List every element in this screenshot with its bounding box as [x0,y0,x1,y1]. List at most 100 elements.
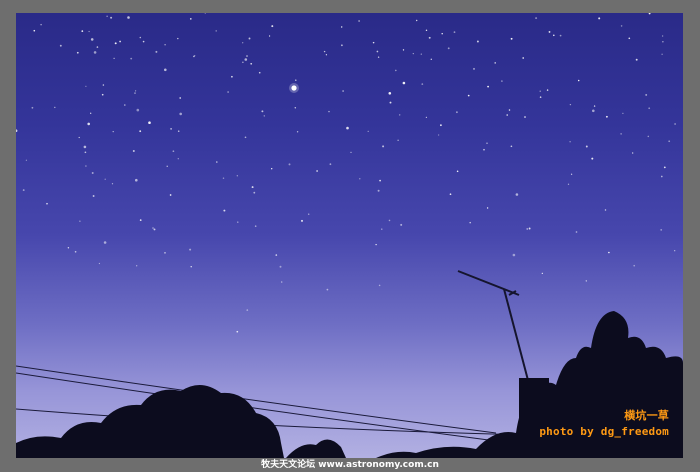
star [441,32,443,35]
star [136,265,138,267]
star [323,50,326,53]
star [546,89,549,91]
star [379,179,381,182]
star [251,186,254,189]
star [246,55,248,57]
star [358,20,360,22]
star [467,94,470,97]
star [663,166,666,169]
star [103,241,107,244]
star [541,272,543,275]
star [661,53,663,55]
star [104,178,106,180]
star [164,68,167,72]
star [350,151,352,154]
star [279,265,282,268]
star [223,209,226,212]
star [430,58,432,60]
star [375,243,377,246]
star [46,202,48,205]
star [598,17,601,20]
star [119,40,121,43]
star [204,13,207,14]
star [575,231,578,233]
star [111,183,114,185]
star [486,207,489,209]
star [377,56,380,58]
star [236,330,239,333]
star [84,151,87,154]
star [25,159,28,161]
star [172,150,175,153]
star [515,193,519,196]
star [91,172,94,174]
star [250,62,253,65]
star [59,44,62,47]
star [177,158,179,160]
star [271,168,273,170]
star [22,189,25,192]
star [113,57,115,60]
star [194,54,196,57]
star [110,16,113,19]
star [261,110,264,113]
star [124,104,126,106]
star [96,46,99,48]
star [236,175,238,177]
star [242,42,244,44]
star [381,228,383,230]
star [231,75,233,78]
star [570,173,573,175]
star [512,253,516,257]
star [585,280,587,282]
star [395,69,397,72]
star [263,115,266,117]
star [296,131,299,133]
star [359,178,361,180]
star [372,41,375,44]
star [346,126,349,130]
star [535,17,538,20]
photo-caption-en: photo by dg_freedom [539,425,669,438]
star [31,106,34,109]
star [164,43,166,46]
star [402,81,406,85]
star [539,90,541,92]
star [449,193,452,196]
star [134,92,136,94]
star [328,110,330,113]
star [501,80,503,82]
star [608,251,610,254]
star [112,130,114,133]
star [90,38,94,41]
star [397,139,399,141]
star [132,150,135,152]
star [155,50,158,53]
star [447,47,450,50]
star [227,91,229,93]
star [388,92,392,95]
star [166,165,168,167]
star [316,170,318,172]
star [577,79,580,82]
star [244,136,247,139]
star [628,37,631,40]
star [425,116,428,119]
star [437,134,440,136]
star [569,141,571,143]
star [377,189,380,192]
star [85,165,87,167]
star [402,49,405,51]
star [294,107,297,109]
star [114,42,117,45]
star [98,262,101,265]
star [591,157,594,160]
star [148,121,151,124]
star [420,53,422,55]
star [382,145,385,148]
star [246,309,249,311]
star [510,37,513,40]
star [662,41,664,43]
star [33,29,36,32]
star [242,61,244,63]
